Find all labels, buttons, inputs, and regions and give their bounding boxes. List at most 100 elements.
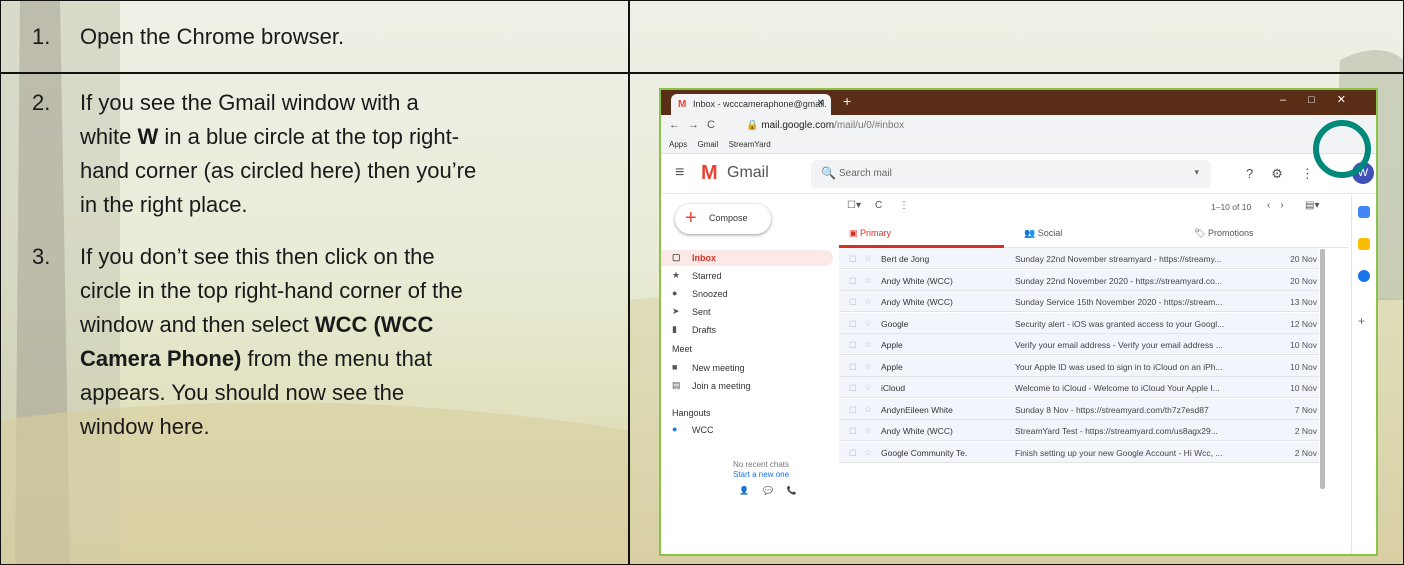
pager-text: 1–10 of 10 <box>1211 202 1252 212</box>
star-icon[interactable]: ☆ <box>864 253 872 264</box>
keep-icon[interactable] <box>1358 238 1370 250</box>
menu-icon[interactable]: ≡ <box>675 164 684 182</box>
send-icon: ➤ <box>672 306 680 316</box>
table-divider-horizontal <box>0 72 1404 74</box>
email-row[interactable]: ☐ ☆ Andy White (WCC) Sunday Service 15th No… <box>839 291 1319 312</box>
checkbox-icon[interactable]: ☐ <box>849 297 857 308</box>
chevron-down-icon[interactable]: ▾ <box>1194 167 1199 178</box>
email-sender: Google <box>881 318 909 329</box>
start-new-chat-link[interactable]: Start a new one <box>733 470 789 479</box>
text-fragment: in a blue circle at the top right- <box>158 124 460 149</box>
checkbox-icon[interactable]: ☐ <box>849 405 857 416</box>
step-text-line: window and then select WCC (WCC <box>80 308 433 342</box>
step-text-line: white W in a blue circle at the top righ… <box>80 120 459 154</box>
header-icons[interactable]: ?⚙⋮ <box>1246 166 1332 182</box>
star-icon[interactable]: ☆ <box>864 296 872 307</box>
email-sender: Andy White (WCC) <box>881 297 953 307</box>
checkbox-icon[interactable]: ☐ <box>849 448 857 459</box>
email-row[interactable]: ☐ ☆ AndynEileen White Sunday 8 Nov - https:… <box>839 398 1319 420</box>
bold-w: W <box>137 124 159 149</box>
checkbox-icon[interactable]: ☐ <box>849 340 857 351</box>
sidebar-item-label: Snoozed <box>692 289 728 299</box>
window-controls[interactable]: –□✕ <box>1280 93 1368 106</box>
bookmark-streamyard[interactable]: StreamYard <box>729 140 771 149</box>
close-tab-icon[interactable]: ✕ <box>817 98 825 109</box>
email-subject: Finish setting up your new Google Accoun… <box>1015 447 1223 458</box>
tab-primary[interactable]: ▣ Primary <box>849 228 891 239</box>
sidebar-item-join-meeting[interactable]: ▤ Join a meeting <box>661 378 833 394</box>
checkbox-icon[interactable]: ☐ <box>849 362 857 373</box>
tab-promotions[interactable]: 🏷 Promotions <box>1194 228 1253 239</box>
new-tab-icon[interactable]: + <box>843 93 851 109</box>
pager-arrows[interactable]: ‹› <box>1267 200 1294 211</box>
select-checkbox-icon[interactable]: ☐▾ <box>847 200 861 211</box>
sidebar-item-starred[interactable]: ★ Starred <box>661 268 833 284</box>
bold-account-name: WCC (WCC <box>314 312 434 337</box>
hangouts-icons[interactable]: 👤💬📞 <box>739 486 811 495</box>
gmail-title: Gmail <box>727 164 769 181</box>
compose-button[interactable]: + Compose <box>675 204 771 234</box>
checkbox-icon[interactable]: ☐ <box>849 426 857 437</box>
sidebar-item-label: Drafts <box>692 325 717 335</box>
address-bar: ←→C 🔒 mail.google.com/mail/u/0/#inbox <box>661 115 1376 137</box>
email-row[interactable]: ☐ ☆ iCloud Welcome to iCloud - Welcome to i… <box>839 377 1319 398</box>
density-icon[interactable]: ▤▾ <box>1305 200 1319 211</box>
sidebar-item-drafts[interactable]: ▮ Drafts <box>661 322 833 338</box>
side-panel: + <box>1351 194 1376 554</box>
url-field[interactable]: 🔒 mail.google.com/mail/u/0/#inbox <box>746 120 904 131</box>
star-icon[interactable]: ☆ <box>864 404 872 415</box>
star-icon: ★ <box>672 270 681 280</box>
checkbox-icon[interactable]: ☐ <box>849 383 857 394</box>
star-icon[interactable]: ☆ <box>864 382 872 393</box>
email-subject: Security alert - iOS was granted access … <box>1015 318 1225 329</box>
email-subject: StreamYard Test - https://streamyard.com… <box>1015 426 1218 436</box>
email-row[interactable]: ☐ ☆ Apple Your Apple ID was used to sign in… <box>839 355 1319 377</box>
star-icon[interactable]: ☆ <box>864 361 872 372</box>
browser-tab[interactable]: M Inbox - wcccameraphone@gmail. ✕ <box>671 94 831 115</box>
checkbox-icon[interactable]: ☐ <box>849 319 857 330</box>
step-text-line: in the right place. <box>80 192 248 217</box>
checkbox-icon[interactable]: ☐ <box>849 276 857 287</box>
search-input[interactable]: 🔍 Search mail ▾ <box>811 160 1211 188</box>
step-text-line: Camera Phone) from the menu that <box>80 342 432 376</box>
email-subject: Sunday 22nd November streamyard - https:… <box>1015 254 1222 264</box>
email-sender: Google Community Te. <box>881 447 968 458</box>
step-text: Open the Chrome browser. <box>80 24 345 49</box>
email-row[interactable]: ☐ ☆ Google Security alert - iOS was granted… <box>839 312 1319 334</box>
email-sender: Andy White (WCC) <box>881 426 953 436</box>
sidebar-item-sent[interactable]: ➤ Sent <box>661 304 833 320</box>
step-number: 1. <box>32 24 51 49</box>
hangouts-user[interactable]: ● WCC <box>661 422 833 438</box>
star-icon[interactable]: ☆ <box>864 447 872 458</box>
email-row[interactable]: ☐ ☆ Google Community Te. Finish setting up … <box>839 441 1319 463</box>
sidebar-item-snoozed[interactable]: ● Snoozed <box>661 286 833 302</box>
star-icon[interactable]: ☆ <box>864 425 872 436</box>
tasks-icon[interactable] <box>1358 270 1370 282</box>
checkbox-icon[interactable]: ☐ <box>849 254 857 265</box>
text-fragment: from the menu that <box>241 346 433 371</box>
bookmark-apps[interactable]: Apps <box>669 140 687 149</box>
star-icon[interactable]: ☆ <box>864 339 872 350</box>
tab-label: Promotions <box>1207 228 1254 238</box>
gmail-logo-icon: M <box>701 162 718 184</box>
nav-buttons[interactable]: ←→C <box>669 119 723 131</box>
email-date: 7 Nov <box>1294 404 1317 415</box>
refresh-icon[interactable]: C <box>875 200 882 211</box>
email-row[interactable]: ☐ ☆ Apple Verify your email address - Verif… <box>839 334 1319 355</box>
star-icon[interactable]: ☆ <box>864 318 872 329</box>
email-date: 10 Nov <box>1290 340 1317 350</box>
scrollbar[interactable] <box>1320 249 1325 489</box>
more-icon[interactable]: ⋮ <box>899 200 909 211</box>
email-row[interactable]: ☐ ☆ Andy White (WCC) Sunday 22nd November 2… <box>839 269 1319 291</box>
bookmark-gmail[interactable]: Gmail <box>697 140 718 149</box>
star-icon[interactable]: ☆ <box>864 275 872 286</box>
sidebar-item-new-meeting[interactable]: ■ New meeting <box>661 360 833 376</box>
tab-social[interactable]: 👥 Social <box>1024 228 1062 239</box>
add-addon-icon[interactable]: + <box>1358 314 1370 328</box>
url-path: /mail/u/0/#inbox <box>834 120 905 131</box>
email-subject: Sunday 8 Nov - https://streamyard.com/th… <box>1015 404 1209 415</box>
email-row[interactable]: ☐ ☆ Andy White (WCC) StreamYard Test - http… <box>839 420 1319 441</box>
calendar-icon[interactable] <box>1358 206 1370 218</box>
sidebar-item-inbox[interactable]: ▢ Inbox <box>661 250 833 266</box>
email-row[interactable]: ☐ ☆ Bert de Jong Sunday 22nd November strea… <box>839 248 1319 269</box>
